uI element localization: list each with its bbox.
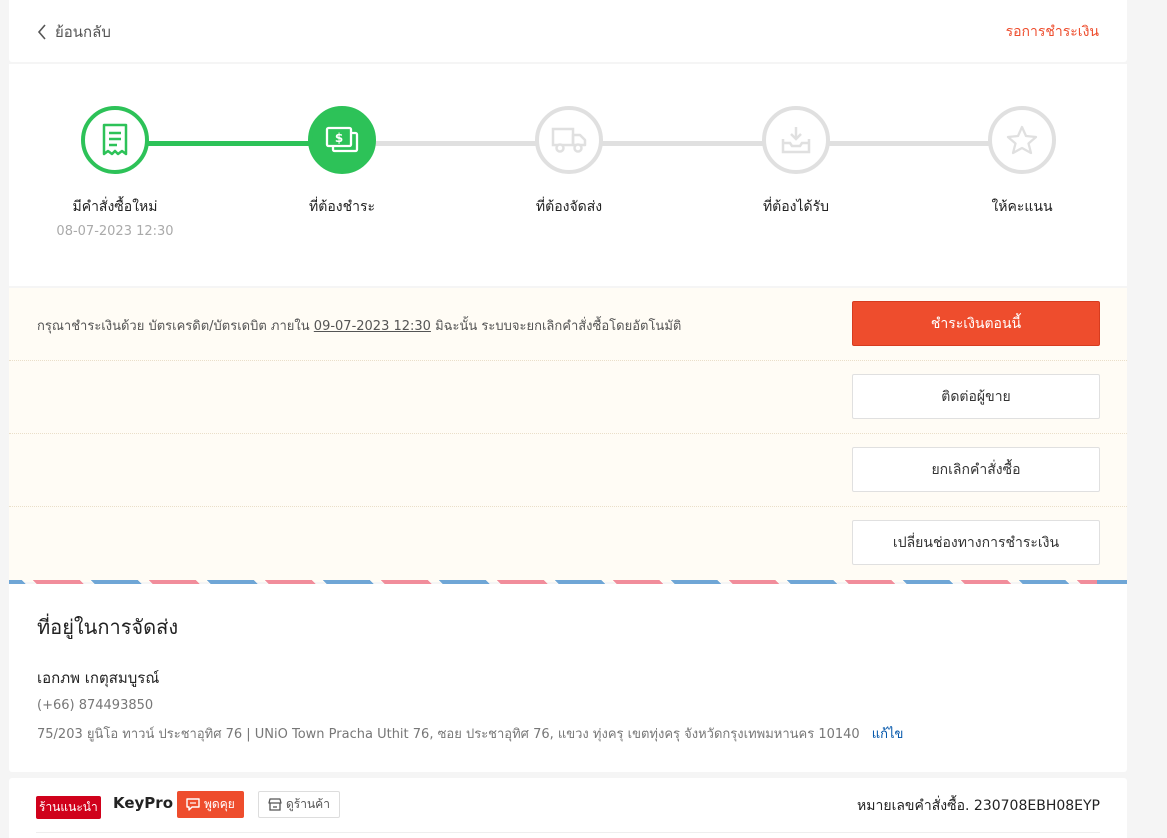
change-payment-row: เปลี่ยนช่องทางการชำระเงิน: [9, 507, 1127, 580]
edit-address-link[interactable]: แก้ไข: [872, 727, 904, 742]
money-icon: $: [325, 126, 359, 153]
order-actions: กรุณาชำระเงินด้วย บัตรเครดิต/บัตรเดบิต ภ…: [9, 288, 1127, 582]
step-circle: $: [308, 106, 376, 174]
step-circle: [762, 106, 830, 174]
step-circle: [81, 106, 149, 174]
address-text: 75/203 ยูนิโอ ทาวน์ ประชาอุทิศ 76 | UNiO…: [37, 727, 860, 742]
preferred-shop-badge: ร้านแนะนำ: [36, 796, 101, 819]
chat-button[interactable]: พูดคุย: [177, 791, 244, 818]
top-bar: ย้อนกลับ รอการชำระเงิน: [9, 0, 1127, 62]
back-button[interactable]: ย้อนกลับ: [37, 20, 111, 44]
cancel-row: ยกเลิกคำสั่งซื้อ: [9, 434, 1127, 507]
step-rate: ให้คะแนน: [942, 106, 1102, 218]
store-icon: [268, 798, 282, 811]
address-line: 75/203 ยูนิโอ ทาวน์ ประชาอุทิศ 76 | UNiO…: [37, 723, 903, 744]
step-label: ที่ต้องชำระ: [309, 199, 375, 215]
change-payment-button[interactable]: เปลี่ยนช่องทางการชำระเงิน: [852, 520, 1100, 565]
step-new-order: มีคำสั่งซื้อใหม่ 08-07-2023 12:30: [35, 106, 195, 239]
step-label: ให้คะแนน: [991, 199, 1053, 215]
step-label: ที่ต้องได้รับ: [762, 199, 830, 215]
chat-icon: [186, 798, 200, 811]
shipping-address: ที่อยู่ในการจัดส่ง เอกภพ เกตุสมบูรณ์ (+6…: [9, 584, 1127, 772]
svg-text:$: $: [335, 131, 343, 145]
payment-notice: กรุณาชำระเงินด้วย บัตรเครดิต/บัตรเดบิต ภ…: [37, 315, 681, 336]
truck-icon: [551, 127, 587, 153]
order-status: รอการชำระเงิน: [1005, 24, 1099, 40]
step-circle: [535, 106, 603, 174]
view-shop-label: ดูร้านค้า: [286, 797, 330, 811]
order-number: หมายเลขคำสั่งซื้อ. 230708EBH08EYP: [857, 798, 1100, 814]
payment-deadline: 09-07-2023 12:30: [313, 319, 431, 334]
shop-header: ร้านแนะนำ KeyPro พูดคุย ดูร้านค้า หมายเล…: [9, 778, 1127, 838]
recipient-name: เอกภพ เกตุสมบูรณ์: [37, 669, 160, 687]
step-to-ship: ที่ต้องจัดส่ง: [489, 106, 649, 218]
step-to-pay: $ ที่ต้องชำระ: [262, 106, 422, 218]
divider: [36, 832, 1100, 833]
address-title: ที่อยู่ในการจัดส่ง: [37, 615, 179, 639]
inbox-download-icon: [781, 127, 811, 154]
step-label: ที่ต้องจัดส่ง: [535, 199, 603, 215]
cancel-order-button[interactable]: ยกเลิกคำสั่งซื้อ: [852, 447, 1100, 492]
recipient-phone: (+66) 874493850: [37, 698, 154, 713]
payment-notice-prefix: กรุณาชำระเงินด้วย บัตรเครดิต/บัตรเดบิต ภ…: [37, 319, 310, 334]
view-shop-button[interactable]: ดูร้านค้า: [258, 791, 340, 818]
contact-seller-button[interactable]: ติดต่อผู้ขาย: [852, 374, 1100, 419]
chevron-left-icon: [37, 24, 46, 40]
step-to-receive: ที่ต้องได้รับ: [716, 106, 876, 218]
order-progress-tracker: มีคำสั่งซื้อใหม่ 08-07-2023 12:30 $ ที่ต…: [9, 64, 1127, 286]
step-circle: [988, 106, 1056, 174]
receipt-icon: [102, 123, 128, 156]
chat-label: พูดคุย: [204, 797, 235, 811]
pay-now-button[interactable]: ชำระเงินตอนนี้: [852, 301, 1100, 346]
star-icon: [1006, 125, 1038, 155]
step-time: 08-07-2023 12:30: [56, 224, 174, 239]
back-label: ย้อนกลับ: [55, 23, 111, 41]
payment-row: กรุณาชำระเงินด้วย บัตรเครดิต/บัตรเดบิต ภ…: [9, 288, 1127, 361]
payment-notice-suffix: มิฉะนั้น ระบบจะยกเลิกคำสั่งซื้อโดยอัตโนม…: [435, 319, 682, 334]
step-label: มีคำสั่งซื้อใหม่: [72, 199, 158, 215]
shop-name[interactable]: KeyPro: [113, 794, 173, 812]
contact-row: ติดต่อผู้ขาย: [9, 361, 1127, 434]
